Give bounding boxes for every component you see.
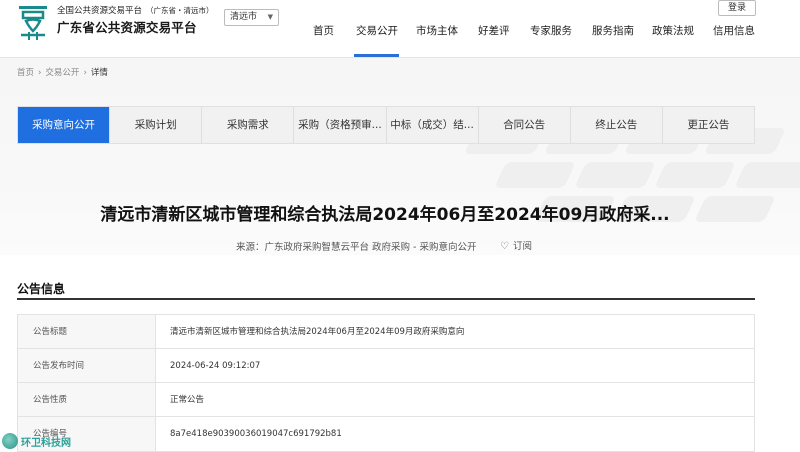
source-text: 来源：广东政府采购智慧云平台 政府采购 - 采购意向公开 (236, 242, 477, 253)
chevron-right-icon: › (83, 68, 87, 78)
subscribe-button[interactable]: ♡ 订阅 (500, 238, 532, 252)
site-title[interactable]: 广东省公共资源交易平台 (57, 17, 197, 36)
chevron-down-icon: ▼ (267, 13, 273, 21)
table-row: 公告发布时间 2024-06-24 09:12:07 (18, 349, 754, 383)
tab-termination-notice[interactable]: 终止公告 (571, 107, 663, 143)
row-label: 公告性质 (18, 383, 156, 416)
chevron-right-icon: › (38, 68, 42, 78)
watermark-text: 环卫科技网 (21, 437, 71, 449)
category-tabs: 采购意向公开 采购计划 采购需求 采购（资格预审... 中标（成交）结... 合… (17, 106, 755, 144)
page-title: 清远市清新区城市管理和综合执法局2024年06月至2024年09月政府采... (100, 205, 670, 225)
row-label: 公告标题 (18, 315, 156, 348)
watermark-logo-icon (2, 433, 18, 449)
site-subtitle: 全国公共资源交易平台 （广东省・清远市） (57, 6, 214, 16)
table-row: 公告编号 8a7e418e90390036019047c691792b81 (18, 417, 754, 451)
row-label: 公告发布时间 (18, 349, 156, 382)
header-banner (0, 58, 800, 255)
breadcrumb-home[interactable]: 首页 (17, 68, 34, 78)
breadcrumb-transactions[interactable]: 交易公开 (45, 68, 79, 78)
table-row: 公告标题 清远市清新区城市管理和综合执法局2024年06月至2024年09月政府… (18, 315, 754, 349)
nav-home[interactable]: 首页 (313, 23, 334, 38)
watermark: 环卫科技网 (2, 432, 71, 450)
breadcrumb: 首页 › 交易公开 › 详情 (17, 66, 108, 78)
row-value: 正常公告 (170, 395, 205, 405)
tab-contract-notice[interactable]: 合同公告 (479, 107, 571, 143)
nav-policies[interactable]: 政策法规 (652, 23, 694, 38)
nav-active-indicator (354, 54, 399, 57)
nav-expert-services[interactable]: 专家服务 (530, 23, 572, 38)
heart-icon: ♡ (500, 241, 509, 252)
info-table: 公告标题 清远市清新区城市管理和综合执法局2024年06月至2024年09月政府… (17, 314, 755, 452)
row-value: 8a7e418e90390036019047c691792b81 (170, 429, 342, 439)
tab-procurement-demand[interactable]: 采购需求 (202, 107, 295, 143)
subscribe-label: 订阅 (512, 241, 532, 252)
city-select[interactable]: 清远市 ▼ (224, 9, 279, 26)
nav-market-entities[interactable]: 市场主体 (416, 23, 458, 38)
nav-service-guide[interactable]: 服务指南 (592, 23, 634, 38)
city-select-value: 清远市 (230, 12, 258, 22)
tab-correction-notice[interactable]: 更正公告 (663, 107, 754, 143)
nav-credit-info[interactable]: 信用信息 (713, 23, 755, 38)
section-title: 公告信息 (17, 282, 66, 296)
breadcrumb-current: 详情 (90, 68, 108, 78)
tab-intent-disclosure[interactable]: 采购意向公开 (18, 107, 111, 143)
row-value: 2024-06-24 09:12:07 (170, 361, 261, 371)
login-button[interactable]: 登录 (718, 0, 756, 16)
row-value: 清远市清新区城市管理和综合执法局2024年06月至2024年09月政府采购意向 (170, 327, 465, 337)
nav-transactions[interactable]: 交易公开 (356, 23, 398, 38)
nav-reviews[interactable]: 好差评 (478, 23, 510, 38)
site-header: 全国公共资源交易平台 （广东省・清远市） 广东省公共资源交易平台 清远市 ▼ 登录… (0, 0, 800, 58)
table-row: 公告性质 正常公告 (18, 383, 754, 417)
section-divider (17, 298, 755, 300)
tab-procurement-plan[interactable]: 采购计划 (110, 107, 203, 143)
tab-prequalification[interactable]: 采购（资格预审... (294, 107, 387, 143)
tab-award-result[interactable]: 中标（成交）结... (387, 107, 479, 143)
site-logo-icon[interactable] (17, 3, 49, 43)
